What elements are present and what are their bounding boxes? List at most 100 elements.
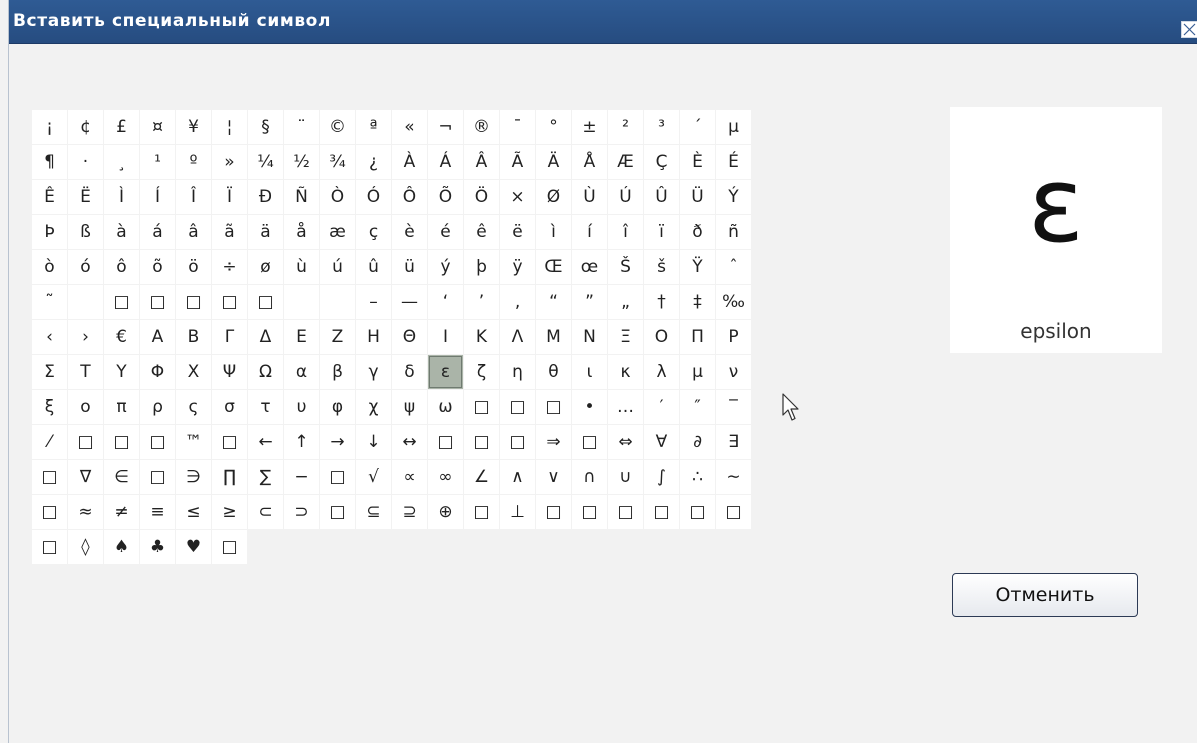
symbol-cell[interactable]: Θ — [392, 320, 427, 354]
symbol-cell[interactable]: Η — [356, 320, 391, 354]
symbol-cell[interactable]: □ — [500, 425, 535, 459]
symbol-cell[interactable]: Τ — [68, 355, 103, 389]
symbol-cell[interactable]: õ — [140, 250, 175, 284]
symbol-cell[interactable]: ♥ — [176, 530, 211, 564]
symbol-cell[interactable]: ô — [104, 250, 139, 284]
symbol-cell[interactable]: ± — [572, 110, 607, 144]
symbol-cell[interactable]: ψ — [392, 390, 427, 424]
symbol-cell[interactable]: ½ — [284, 145, 319, 179]
symbol-cell[interactable]: æ — [320, 215, 355, 249]
symbol-cell[interactable]: Γ — [212, 320, 247, 354]
symbol-cell[interactable]: ⊕ — [428, 495, 463, 529]
symbol-cell[interactable]: Ι — [428, 320, 463, 354]
symbol-cell[interactable]: Β — [176, 320, 211, 354]
symbol-cell[interactable]: ‾ — [716, 390, 751, 424]
symbol-cell[interactable]: £ — [104, 110, 139, 144]
symbol-cell[interactable]: √ — [356, 460, 391, 494]
symbol-cell[interactable]: □ — [140, 460, 175, 494]
symbol-cell[interactable]: □ — [572, 425, 607, 459]
symbol-cell[interactable]: â — [176, 215, 211, 249]
symbol-cell[interactable]: □ — [716, 495, 751, 529]
symbol-cell[interactable]: ¡ — [32, 110, 67, 144]
symbol-cell[interactable]: Σ — [32, 355, 67, 389]
symbol-cell[interactable]: Ÿ — [680, 250, 715, 284]
symbol-cell[interactable]: ⇔ — [608, 425, 643, 459]
symbol-cell[interactable]: □ — [320, 495, 355, 529]
symbol-cell[interactable]: □ — [464, 495, 499, 529]
symbol-cell[interactable]: ♣ — [140, 530, 175, 564]
symbol-cell[interactable]: Ì — [104, 180, 139, 214]
symbol-cell[interactable]: ∑ — [248, 460, 283, 494]
symbol-cell[interactable]: □ — [608, 495, 643, 529]
symbol-cell[interactable]: γ — [356, 355, 391, 389]
symbol-cell[interactable]: ™ — [176, 425, 211, 459]
symbol-cell[interactable]: ∩ — [572, 460, 607, 494]
symbol-cell[interactable]: « — [392, 110, 427, 144]
symbol-cell[interactable]: π — [104, 390, 139, 424]
symbol-cell[interactable]: † — [644, 285, 679, 319]
symbol-cell[interactable]: Á — [428, 145, 463, 179]
symbol-cell[interactable]: ® — [464, 110, 499, 144]
symbol-cell[interactable]: Δ — [248, 320, 283, 354]
symbol-cell[interactable]: ¨ — [284, 110, 319, 144]
symbol-cell[interactable]: ñ — [716, 215, 751, 249]
symbol-cell[interactable]: κ — [608, 355, 643, 389]
symbol-cell[interactable]: ¥ — [176, 110, 211, 144]
symbol-cell[interactable]: ≤ — [176, 495, 211, 529]
symbol-cell[interactable]: μ — [680, 355, 715, 389]
symbol-cell[interactable]: ∝ — [392, 460, 427, 494]
symbol-cell[interactable]: Κ — [464, 320, 499, 354]
symbol-cell[interactable]: ˜ — [32, 285, 67, 319]
symbol-cell[interactable]: Â — [464, 145, 499, 179]
symbol-cell[interactable]: ≠ — [104, 495, 139, 529]
symbol-cell[interactable]: · — [68, 145, 103, 179]
symbol-cell[interactable]: □ — [176, 285, 211, 319]
symbol-cell[interactable]: ≈ — [68, 495, 103, 529]
symbol-cell[interactable]: ê — [464, 215, 499, 249]
symbol-cell[interactable]: € — [104, 320, 139, 354]
symbol-cell[interactable]: … — [608, 390, 643, 424]
symbol-cell[interactable]: □ — [464, 425, 499, 459]
symbol-cell[interactable]: ì — [536, 215, 571, 249]
symbol-cell[interactable]: □ — [104, 425, 139, 459]
symbol-cell[interactable]: ≥ — [212, 495, 247, 529]
symbol-cell[interactable]: ∇ — [68, 460, 103, 494]
symbol-cell[interactable]: Ù — [572, 180, 607, 214]
symbol-cell[interactable]: û — [356, 250, 391, 284]
symbol-cell[interactable]: § — [248, 110, 283, 144]
symbol-cell[interactable]: ∫ — [644, 460, 679, 494]
symbol-cell[interactable]: ∼ — [716, 460, 751, 494]
symbol-cell[interactable]: µ — [716, 110, 751, 144]
symbol-cell[interactable]: “ — [536, 285, 571, 319]
symbol-cell[interactable]: Ú — [608, 180, 643, 214]
symbol-cell[interactable]: ← — [248, 425, 283, 459]
symbol-cell[interactable]: Ο — [644, 320, 679, 354]
symbol-cell[interactable]: Ø — [536, 180, 571, 214]
symbol-cell[interactable]: Ε — [284, 320, 319, 354]
symbol-cell[interactable]: − — [284, 460, 319, 494]
symbol-cell[interactable]: ↔ — [392, 425, 427, 459]
symbol-cell[interactable]: š — [644, 250, 679, 284]
symbol-cell[interactable]: υ — [284, 390, 319, 424]
symbol-cell[interactable]: □ — [32, 530, 67, 564]
symbol-cell[interactable]: δ — [392, 355, 427, 389]
symbol-cell[interactable]: Ó — [356, 180, 391, 214]
symbol-cell[interactable]: ç — [356, 215, 391, 249]
symbol-cell[interactable]: Φ — [140, 355, 175, 389]
symbol-cell[interactable]: □ — [320, 460, 355, 494]
symbol-cell[interactable]: □ — [32, 460, 67, 494]
symbol-cell[interactable]: ú — [320, 250, 355, 284]
symbol-cell[interactable]: ó — [68, 250, 103, 284]
symbol-cell[interactable]: Ý — [716, 180, 751, 214]
symbol-cell[interactable]: à — [104, 215, 139, 249]
symbol-cell[interactable]: Þ — [32, 215, 67, 249]
symbol-cell[interactable]: ð — [680, 215, 715, 249]
symbol-cell[interactable]: ß — [68, 215, 103, 249]
symbol-cell[interactable]: • — [572, 390, 607, 424]
symbol-cell[interactable]: ¸ — [104, 145, 139, 179]
symbol-cell[interactable]: Α — [140, 320, 175, 354]
symbol-cell[interactable]: ¼ — [248, 145, 283, 179]
symbol-cell[interactable]: ë — [500, 215, 535, 249]
symbol-cell[interactable]: ⇒ — [536, 425, 571, 459]
symbol-cell[interactable]: ‰ — [716, 285, 751, 319]
